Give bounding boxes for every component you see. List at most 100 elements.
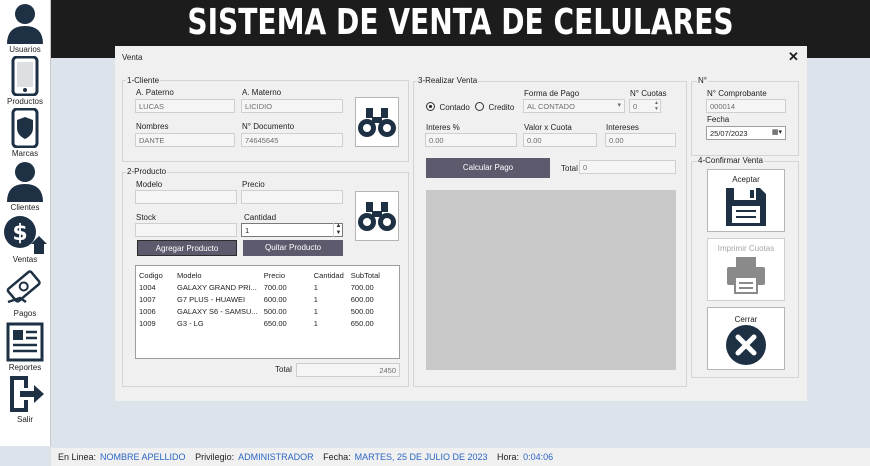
contado-radio[interactable]: Contado <box>426 101 470 112</box>
forma-pago-select[interactable]: AL CONTADO ▾ <box>523 99 625 113</box>
venta-window: Venta ✕ 1-Cliente A. Paterno LUCAS A. Ma… <box>115 46 807 401</box>
fecha-picker[interactable]: 25/07/2023 ▦▾ <box>706 126 786 140</box>
modelo-label: Modelo <box>136 180 163 189</box>
status-bar: En Linea: NOMBRE APELLIDO Privilegio: ADMI… <box>51 448 870 466</box>
save-icon <box>726 188 766 226</box>
quitar-producto-button[interactable]: Quitar Producto <box>243 240 343 256</box>
cell: 500.00 <box>350 306 374 316</box>
cantidad-stepper[interactable]: 1 <box>241 223 343 237</box>
binoculars-icon <box>358 202 396 231</box>
cell: 1009 <box>139 318 156 328</box>
cuotas-stepper[interactable]: 0 ▲ ▼ <box>629 99 661 113</box>
close-icon[interactable]: ✕ <box>788 49 799 65</box>
cell: 700.00 <box>350 282 374 292</box>
interes-field[interactable]: 0.00 <box>425 133 517 147</box>
calendar-icon[interactable]: ▦▾ <box>772 128 782 137</box>
sidebar-item-label: Marcas <box>11 149 39 158</box>
valor-cuota-field[interactable]: 0.00 <box>523 133 597 147</box>
aceptar-button[interactable]: Aceptar <box>707 169 785 232</box>
table-row[interactable]: 1004 GALAXY GRAND PRI... 700.00 1 700.00 <box>136 281 394 293</box>
cell: 500.00 <box>263 306 287 316</box>
cell: GALAXY GRAND PRI... <box>177 282 257 292</box>
table-row[interactable]: 1006 GALAXY S6 - SAMSU... 500.00 1 500.0… <box>136 305 394 317</box>
agregar-producto-button[interactable]: Agregar Producto <box>137 240 237 256</box>
paterno-label: A. Paterno <box>136 88 174 97</box>
venta-total-field[interactable]: 0 <box>579 160 676 174</box>
paterno-field[interactable]: LUCAS <box>135 99 235 113</box>
cell: GALAXY S6 - SAMSU... <box>177 306 258 316</box>
buscar-cliente-button[interactable] <box>355 97 399 147</box>
sidebar-item-salir[interactable]: Salir <box>0 374 50 424</box>
column-header[interactable]: Codigo <box>136 269 174 281</box>
sidebar-item-label: Salir <box>16 415 33 424</box>
cuotas-grid[interactable] <box>426 190 676 370</box>
sidebar-item-usuarios[interactable]: Usuarios <box>0 2 50 54</box>
sidebar-item-clientes[interactable]: Clientes <box>0 160 50 212</box>
printer-icon <box>727 257 765 294</box>
calcular-pago-button[interactable]: Calcular Pago <box>426 158 550 178</box>
sidebar-item-marcas[interactable]: Marcas <box>0 108 50 158</box>
forma-pago-value: AL CONTADO <box>527 102 575 111</box>
producto-total-field[interactable]: 2450 <box>296 363 400 377</box>
sidebar-item-label: Reportes <box>8 363 42 372</box>
imprimir-cuotas-button[interactable]: Imprimir Cuotas <box>707 238 785 301</box>
num-comprobante-field[interactable]: 000014 <box>706 99 786 113</box>
column-header[interactable]: Precio <box>261 269 311 281</box>
venta-group-label: 3-Realizar Venta <box>417 76 479 85</box>
aceptar-label: Aceptar <box>732 175 760 184</box>
table-header: Codigo Modelo Precio Cantidad SubTotal <box>136 269 394 281</box>
modelo-field[interactable] <box>135 190 237 204</box>
nombres-field[interactable]: DANTE <box>135 133 235 147</box>
num-comprobante-label: N° Comprobante <box>707 89 767 98</box>
cell: 1007 <box>139 294 156 304</box>
fecha-value: 25/07/2023 <box>710 129 748 138</box>
buscar-producto-button[interactable] <box>355 191 399 241</box>
precio-field[interactable] <box>241 190 343 204</box>
cuotas-label: N° Cuotas <box>630 89 667 98</box>
sidebar-item-pagos[interactable]: Pagos <box>0 268 50 318</box>
fecha-status-label: Fecha: <box>323 452 351 462</box>
precio-label: Precio <box>242 180 265 189</box>
stock-field[interactable] <box>135 223 237 237</box>
cerrar-button[interactable]: Cerrar <box>707 307 785 370</box>
materno-label: A. Materno <box>242 88 282 97</box>
privilegio-value: ADMINISTRADOR <box>238 452 314 462</box>
sidebar-item-label: Ventas <box>12 255 38 264</box>
app-title: SISTEMA DE VENTA DE CELULARES <box>187 2 734 43</box>
linea-label: En Linea: <box>58 452 97 462</box>
materno-field[interactable]: LICIDIO <box>241 99 343 113</box>
sidebar-item-productos[interactable]: Productos <box>0 56 50 106</box>
column-header[interactable]: Cantidad <box>311 269 348 281</box>
cell: 1 <box>313 318 318 328</box>
cell: 700.00 <box>263 282 287 292</box>
table-row[interactable]: 1009 G3 - LG 650.00 1 650.00 <box>136 317 394 329</box>
cuotas-spinner[interactable]: ▲ ▼ <box>654 100 659 112</box>
linea-value: NOMBRE APELLIDO <box>100 452 186 462</box>
cantidad-spinner[interactable]: ▲ ▼ <box>333 223 343 237</box>
productos-table[interactable]: Codigo Modelo Precio Cantidad SubTotal 1… <box>135 265 400 359</box>
table-row[interactable]: 1007 G7 PLUS - HUAWEI 600.00 1 600.00 <box>136 293 394 305</box>
fecha-status-value: MARTES, 25 DE JULIO DE 2023 <box>354 452 488 462</box>
nombres-label: Nombres <box>136 122 169 131</box>
contado-label: Contado <box>439 103 470 112</box>
credito-radio[interactable]: Credito <box>475 101 514 112</box>
cell: 1 <box>313 282 318 292</box>
cell: G7 PLUS - HUAWEI <box>177 294 246 304</box>
hora-label: Hora: <box>497 452 520 462</box>
sidebar-item-reportes[interactable]: Reportes <box>0 322 50 372</box>
producto-total-label: Total <box>275 365 292 374</box>
binoculars-icon <box>358 108 396 137</box>
venta-total-label: Total <box>561 164 578 173</box>
intereses-field[interactable]: 0.00 <box>605 133 676 147</box>
shield-icon <box>11 108 39 148</box>
intereses-label: Intereses <box>606 123 639 132</box>
column-header[interactable]: SubTotal <box>348 269 394 281</box>
cell: 1006 <box>139 306 156 316</box>
report-icon <box>6 322 44 362</box>
documento-field[interactable]: 74645645 <box>241 133 343 147</box>
sidebar-item-label: Clientes <box>10 203 40 212</box>
cantidad-value: 1 <box>245 226 250 235</box>
column-header[interactable]: Modelo <box>174 269 261 281</box>
sidebar-item-ventas[interactable]: $ Ventas <box>0 214 50 264</box>
interes-label: Interes % <box>426 123 460 132</box>
